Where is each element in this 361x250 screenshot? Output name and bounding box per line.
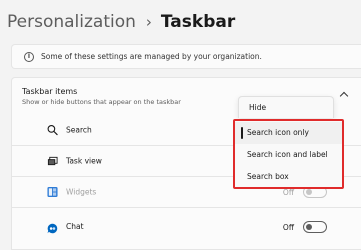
dropdown-option-label: Search box (247, 172, 289, 181)
breadcrumb-personalization-link[interactable]: Personalization (7, 12, 136, 32)
search-icon (47, 125, 58, 136)
widgets-icon (47, 186, 58, 198)
taskbar-item-label: Search (66, 125, 92, 135)
chevron-up-icon[interactable] (339, 91, 349, 101)
settings-window: Personalization › Taskbar i Some of thes… (0, 0, 361, 250)
breadcrumb-separator-icon: › (145, 13, 152, 31)
taskbar-item-label: Chat (66, 222, 84, 231)
breadcrumb: Personalization › Taskbar (7, 8, 235, 36)
section-subtitle: Show or hide buttons that appear on the … (22, 98, 181, 106)
dropdown-option-label: Search icon and label (247, 150, 328, 159)
taskbar-item-label: Task view (66, 156, 102, 166)
dropdown-option-label: Hide (249, 103, 267, 112)
toggle-state-label: Off (282, 222, 294, 232)
dropdown-option-search-icon-only[interactable]: Search icon only (235, 122, 342, 144)
taskbar-item-label: Widgets (66, 187, 97, 197)
dropdown-option-hide[interactable]: Hide (238, 96, 334, 118)
info-icon: i (24, 51, 34, 62)
chat-icon (47, 223, 58, 234)
section-title: Taskbar items (22, 87, 78, 96)
dropdown-option-search-icon-and-label[interactable]: Search icon and label (235, 144, 342, 166)
task-view-icon (47, 156, 58, 166)
chat-toggle[interactable] (303, 221, 327, 233)
taskbar-item-chat: Chat Off (11, 208, 361, 250)
toggle-knob (306, 224, 312, 230)
dropdown-option-search-box[interactable]: Search box (235, 166, 342, 188)
page-title: Taskbar (160, 12, 236, 32)
dropdown-option-label: Search icon only (247, 128, 309, 137)
managed-by-organization-banner: i Some of these settings are managed by … (11, 44, 361, 69)
dropdown-highlight-box: Search icon only Search icon and label S… (233, 119, 344, 189)
selected-indicator (241, 127, 243, 139)
toggle-knob (306, 189, 312, 195)
banner-text: Some of these settings are managed by yo… (41, 52, 262, 61)
chat-toggle-group: Off (283, 221, 327, 233)
